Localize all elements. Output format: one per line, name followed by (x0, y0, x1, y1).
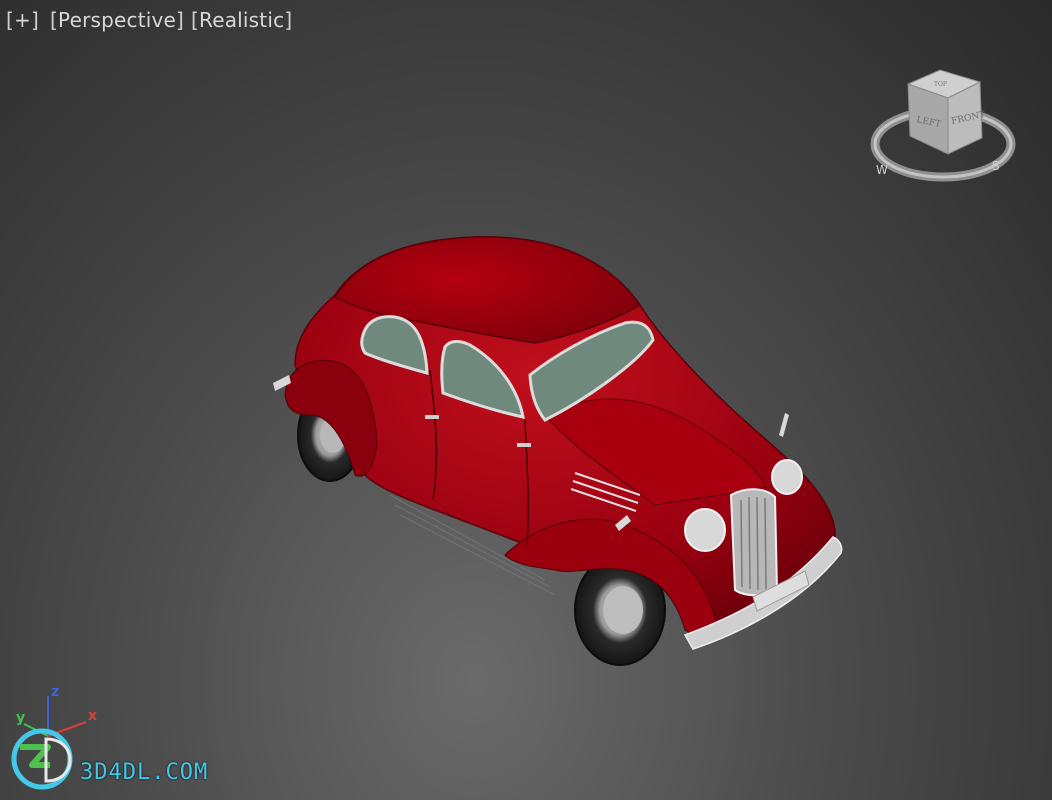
point-of-view-menu-button[interactable]: [Perspective] (50, 8, 184, 32)
side-mirror (779, 413, 789, 437)
z-axis-label: z (51, 684, 60, 700)
right-headlight (771, 459, 803, 495)
x-axis-label: x (88, 708, 98, 724)
viewport-menu-label: + (14, 8, 31, 32)
compass-south-label: S (992, 159, 1000, 173)
left-headlight (684, 508, 726, 552)
door-handle-front (517, 443, 531, 447)
perspective-viewport[interactable]: [+] [Perspective] [Realistic] W S LEFT F… (0, 0, 1052, 800)
watermark-text: 3D4DL.COM (80, 760, 209, 785)
compass-west-label: W (876, 163, 888, 177)
radiator-grille (729, 488, 779, 597)
viewport-menu-button[interactable]: [+] (6, 8, 39, 32)
shading-label: Realistic (199, 8, 285, 32)
door-handle (425, 415, 439, 419)
point-of-view-label: Perspective (58, 8, 177, 32)
viewcube-icon[interactable]: W S LEFT FRONT TOP (868, 62, 1018, 192)
car-model[interactable] (255, 225, 855, 675)
viewcube-top-label: TOP (934, 81, 947, 88)
y-axis-label: y (16, 710, 26, 726)
shading-menu-button[interactable]: [Realistic] (191, 8, 292, 32)
